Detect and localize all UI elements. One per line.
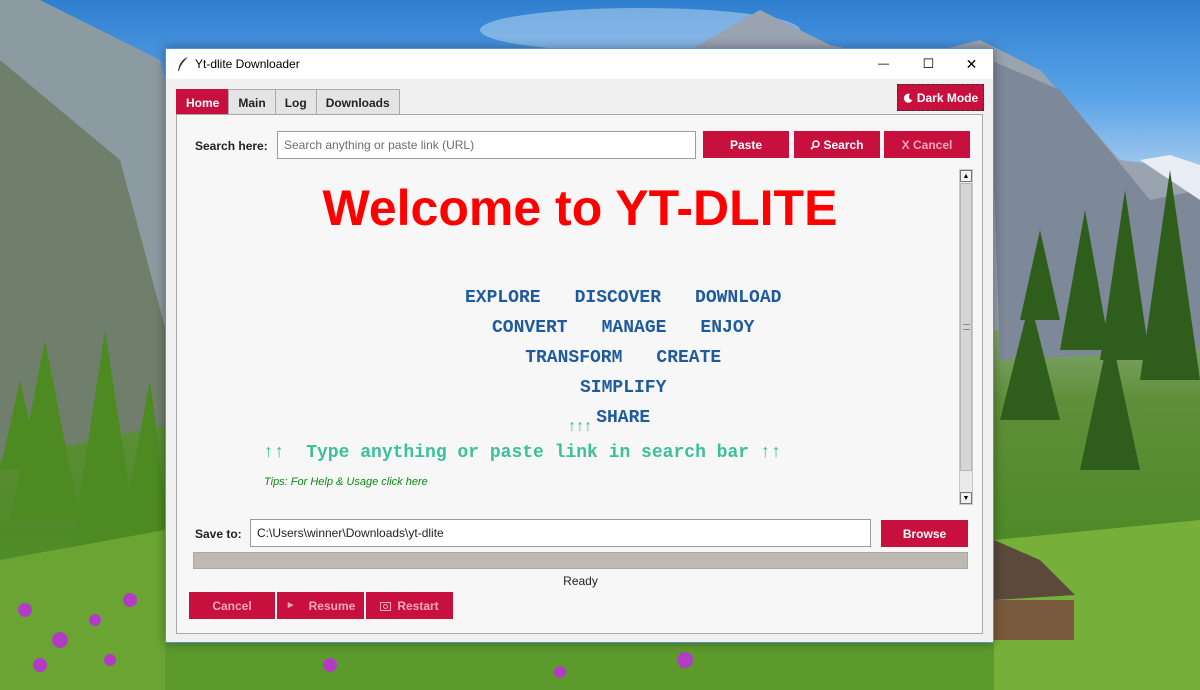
magnifier-icon — [810, 139, 821, 150]
welcome-title: Welcome to YT-DLITE — [322, 180, 838, 236]
paste-button[interactable]: Paste — [703, 131, 789, 158]
tab-log[interactable]: Log — [274, 89, 317, 115]
minimize-icon: — — [878, 58, 889, 70]
tab-main[interactable]: Main — [228, 89, 276, 115]
paste-label: Paste — [729, 137, 763, 152]
home-panel: Search here: Paste Search X Cancel Welco… — [176, 114, 983, 634]
tab-home[interactable]: Home — [176, 89, 230, 115]
moon-icon — [903, 93, 913, 103]
play-icon: ► — [285, 600, 296, 611]
resume-button[interactable]: ► Resume — [277, 592, 364, 619]
cancel-search-button[interactable]: X Cancel — [884, 131, 970, 158]
tab-downloads[interactable]: Downloads — [315, 89, 400, 115]
search-label-text: Search — [823, 137, 864, 152]
cancel-label: Cancel — [212, 598, 252, 613]
maximize-icon: ☐ — [922, 56, 935, 71]
tab-bar: Home Main Log Downloads — [176, 89, 400, 115]
progress-bar — [193, 552, 968, 569]
cancel-search-label: X Cancel — [901, 137, 953, 152]
browse-button[interactable]: Browse — [881, 520, 968, 547]
save-label: Save to: — [195, 527, 242, 541]
close-button[interactable]: ✕ — [949, 49, 994, 79]
cancel-button[interactable]: Cancel — [189, 592, 275, 619]
title-bar[interactable]: Yt-dlite Downloader — ☐ ✕ — [166, 49, 993, 79]
dark-mode-button[interactable]: Dark Mode — [897, 84, 984, 111]
type-hint: ↑↑ Type anything or paste link in search… — [263, 443, 782, 463]
scroll-grip-icon — [963, 324, 970, 330]
browse-label: Browse — [902, 526, 947, 541]
up-arrows: ↑↑↑ — [568, 418, 592, 435]
maximize-button[interactable]: ☐ — [906, 49, 951, 79]
welcome-content: Welcome to YT-DLITE EXPLORE DISCOVER DOWNL… — [190, 169, 973, 505]
save-path-value: C:\Users\winner\Downloads\yt-dlite — [257, 526, 444, 540]
app-window: Yt-dlite Downloader — ☐ ✕ Home Main Log … — [165, 48, 994, 643]
feather-icon — [178, 57, 188, 71]
tips-link[interactable]: Tips: For Help & Usage click here — [264, 476, 428, 488]
scroll-down-button[interactable]: ▼ — [960, 492, 972, 504]
status-text: Ready — [563, 574, 598, 588]
minimize-button[interactable]: — — [861, 49, 906, 79]
restart-label: Restart — [397, 598, 439, 613]
search-button[interactable]: Search — [794, 131, 880, 158]
restart-button[interactable]: Restart — [366, 592, 453, 619]
dark-mode-label: Dark Mode — [916, 90, 979, 105]
scroll-thumb[interactable] — [960, 183, 972, 471]
save-path-field[interactable]: C:\Users\winner\Downloads\yt-dlite — [250, 519, 871, 547]
close-icon: ✕ — [965, 55, 978, 72]
window-title: Yt-dlite Downloader — [195, 57, 300, 71]
search-label: Search here: — [195, 139, 268, 153]
search-input[interactable] — [277, 131, 696, 159]
restart-icon — [380, 601, 392, 611]
scroll-up-button[interactable]: ▲ — [960, 170, 972, 182]
resume-label: Resume — [308, 598, 356, 613]
content-scrollbar[interactable]: ▲ ▼ — [959, 169, 973, 505]
